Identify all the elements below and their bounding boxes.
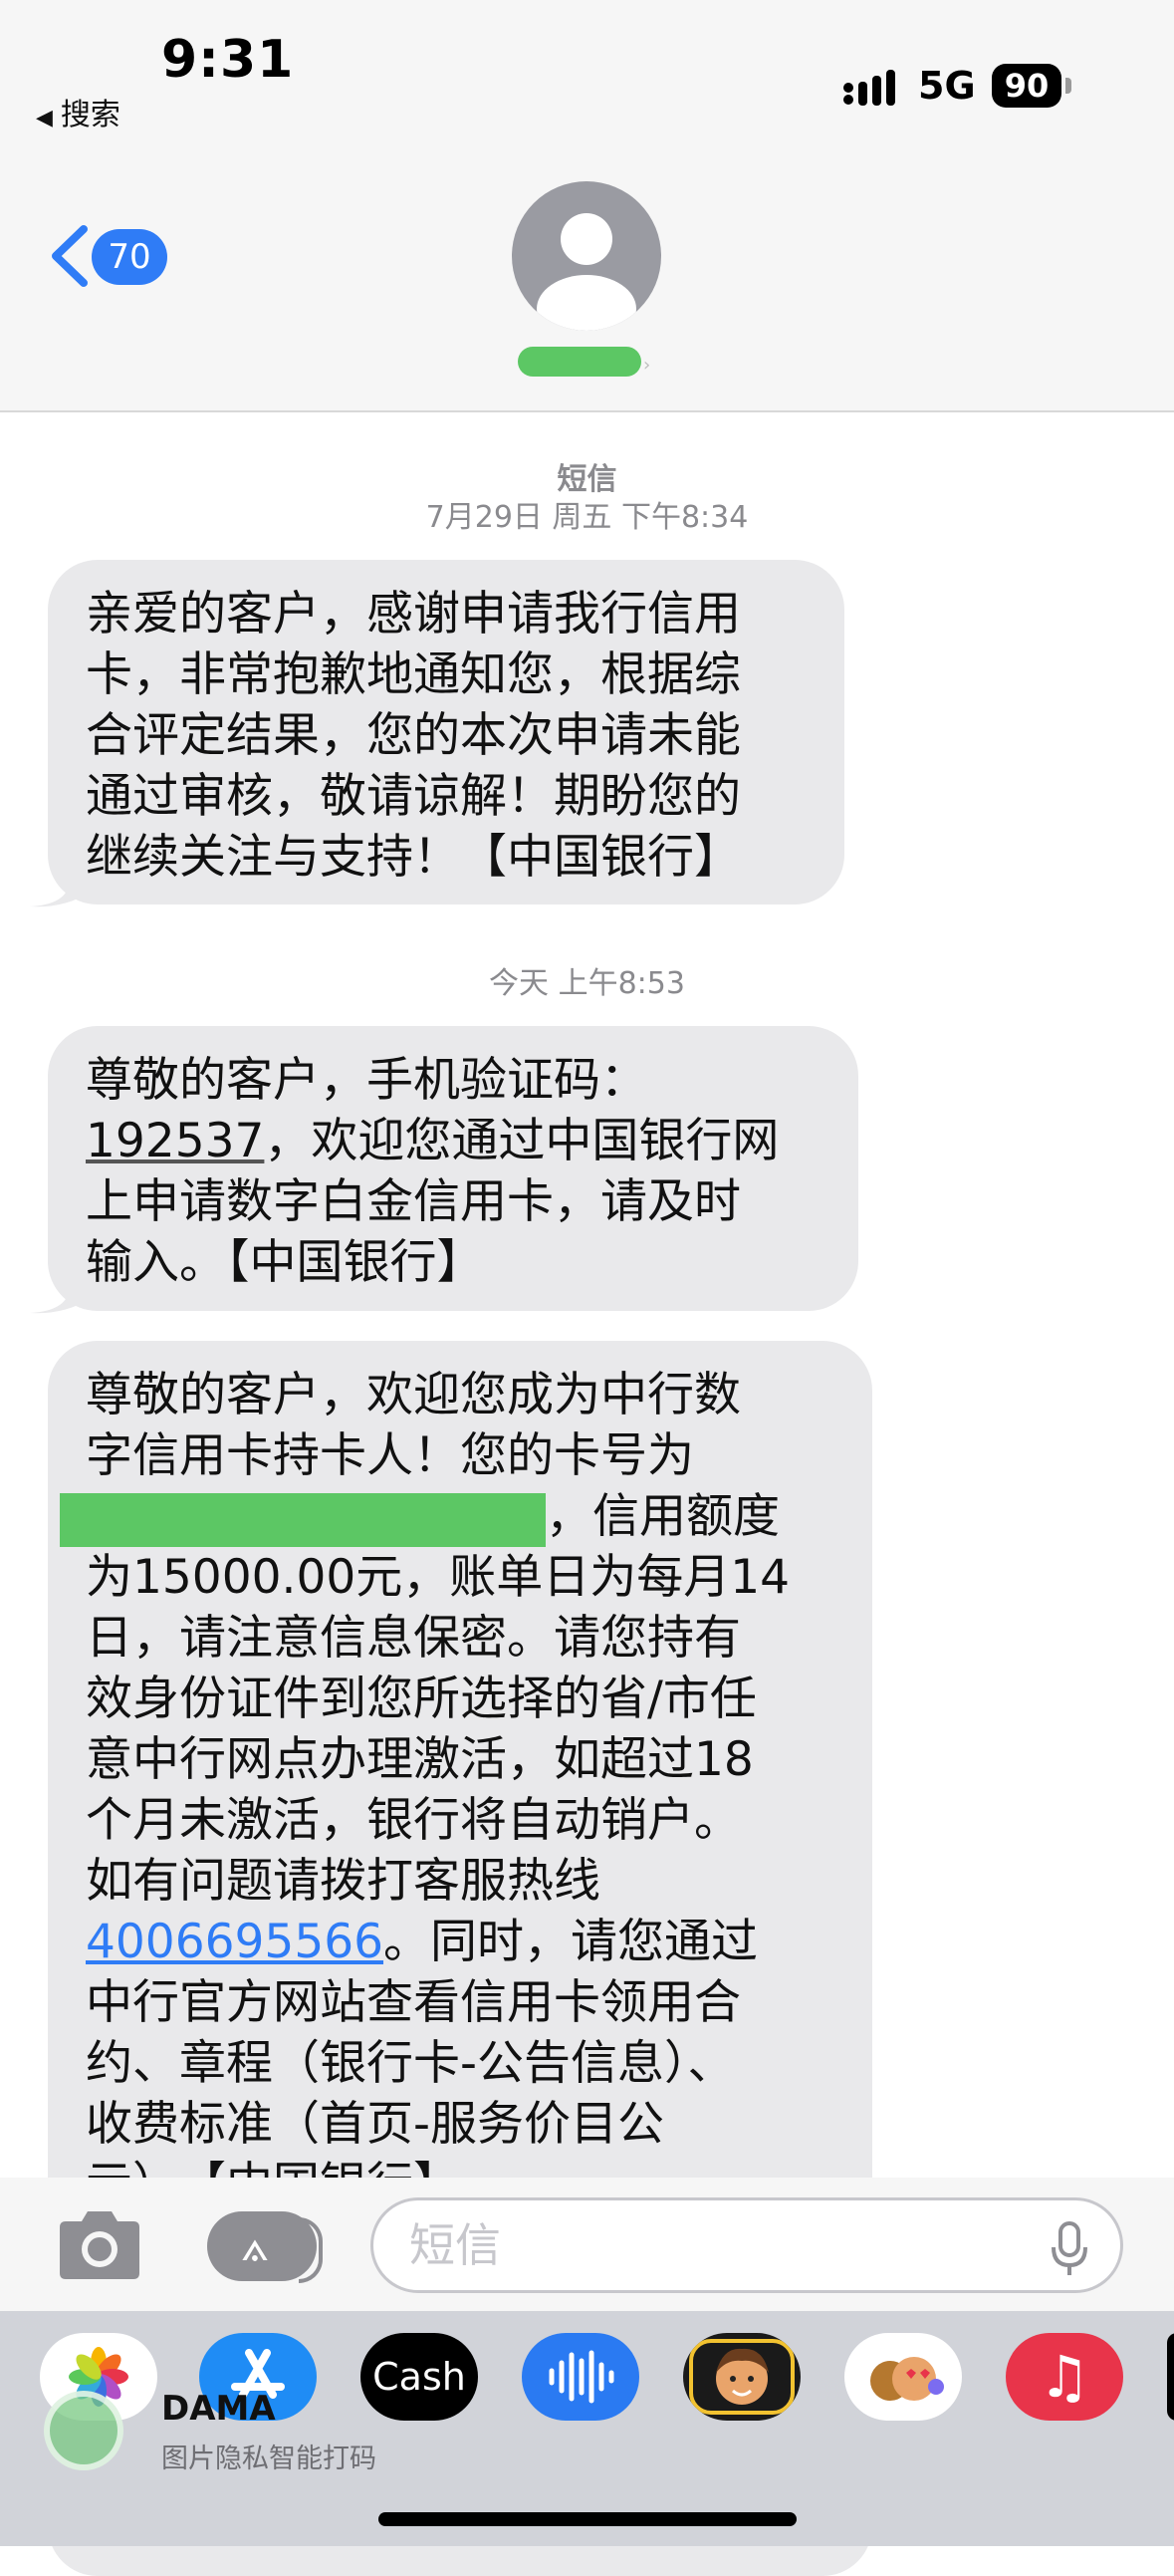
battery-cap (1065, 78, 1071, 94)
message-line: 为15000.00元，账单日为每月14 (86, 1550, 791, 1605)
message-text: ，欢迎您通过中国银行网 (264, 1114, 780, 1168)
contact-avatar[interactable] (512, 181, 661, 331)
audio-message-app-icon[interactable] (522, 2333, 639, 2421)
watermark-logo (44, 2391, 123, 2470)
home-indicator[interactable] (378, 2512, 797, 2526)
microphone-icon[interactable] (1050, 2221, 1089, 2277)
verification-code[interactable]: 192537 (86, 1114, 264, 1168)
conversation-header: 9:31 ◀ 搜索 5G 90 70 › (0, 0, 1174, 412)
message-line: 亲爱的客户，感谢申请我行信用 (86, 587, 741, 642)
back-chevron-icon[interactable] (46, 223, 96, 289)
contact-name-redacted[interactable] (518, 347, 641, 377)
memoji-stickers-app-icon[interactable] (844, 2333, 962, 2421)
message-line: 意中行网点办理激活，如超过18 (86, 1732, 754, 1787)
message-line: 上申请数字白金信用卡，请及时 (86, 1174, 741, 1229)
cash-label: Cash (372, 2355, 466, 2399)
network-type: 5G (918, 64, 976, 108)
message-line: 尊敬的客户，手机验证码： (86, 1053, 647, 1108)
watermark-subtitle: 图片隐私智能打码 (161, 2444, 376, 2474)
compose-bar: ⟑ 短信 (0, 2178, 1174, 2311)
message-bubble[interactable]: 尊敬的客户，手机验证码： 192537，欢迎您通过中国银行网 上申请数字白金信用… (48, 1026, 858, 1311)
status-time: 9:31 (161, 30, 295, 90)
message-line: 192537，欢迎您通过中国银行网 (86, 1111, 819, 1171)
more-apps-icon[interactable] (1167, 2333, 1174, 2421)
music-app-icon[interactable]: ♫ (1006, 2333, 1123, 2421)
app-store-icon: ⟑ (241, 2217, 269, 2271)
message-line: 卡，非常抱歉地通知您，根据综 (86, 647, 741, 702)
message-line: 收费标准（首页-服务价目公 (86, 2097, 664, 2152)
message-line: 通过审核，敬请谅解！期盼您的 (86, 769, 741, 824)
app-drawer: Cash ♫ DAMA 图片隐私智能打码 (0, 2311, 1174, 2546)
message-line: 如有问题请拨打客服热线 (86, 1854, 600, 1909)
unread-count-badge[interactable]: 70 (92, 229, 167, 285)
message-line: 个月未激活，银行将自动销户。 (86, 1793, 741, 1848)
back-triangle-icon: ◀ (36, 106, 53, 130)
apple-cash-app-icon[interactable]: Cash (360, 2333, 478, 2421)
back-app-label: 搜索 (60, 98, 120, 132)
card-number-redacted (60, 1492, 546, 1547)
message-line: 4006695566。同时，请您通过 (86, 1912, 832, 1972)
message-line: ，信用额度 (60, 1486, 832, 1547)
timestamp: 今天 上午8:53 (489, 966, 685, 1001)
message-bubble[interactable]: 亲爱的客户，感谢申请我行信用 卡，非常抱歉地通知您，根据综 合评定结果，您的本次… (48, 560, 844, 904)
phone-link[interactable]: 4006695566 (86, 1915, 383, 1969)
message-line: 合评定结果，您的本次申请未能 (86, 708, 741, 763)
back-to-app-link[interactable]: ◀ 搜索 (36, 90, 120, 133)
memoji-app-icon[interactable] (683, 2333, 801, 2421)
camera-icon[interactable] (52, 2209, 147, 2281)
message-line: 尊敬的客户，欢迎您成为中行数 (86, 1368, 741, 1422)
battery-icon: 90 (992, 64, 1061, 108)
signal-bars-icon (843, 70, 895, 106)
timestamp: 7月29日 周五 下午8:34 (425, 500, 749, 535)
apps-button-arc (299, 2217, 323, 2283)
message-line: 约、章程（银行卡-公告信息）、 (86, 2036, 735, 2091)
message-input[interactable]: 短信 (370, 2197, 1123, 2293)
message-text: ，信用额度 (546, 1489, 780, 1544)
message-text: 。同时，请您通过 (383, 1915, 759, 1969)
message-line: 效身份证件到您所选择的省/市任 (86, 1672, 757, 1726)
contact-chevron-icon: › (643, 355, 651, 376)
watermark-title: DAMA (161, 2389, 276, 2429)
message-line: 继续关注与支持！【中国银行】 (86, 830, 741, 885)
message-line: 字信用卡持卡人！您的卡号为 (86, 1428, 694, 1483)
message-line: 中行官方网站查看信用卡领用合 (86, 1975, 741, 2030)
message-line: 日，请注意信息保密。请您持有 (86, 1611, 741, 1666)
message-line: 输入。【中国银行】 (86, 1235, 484, 1290)
